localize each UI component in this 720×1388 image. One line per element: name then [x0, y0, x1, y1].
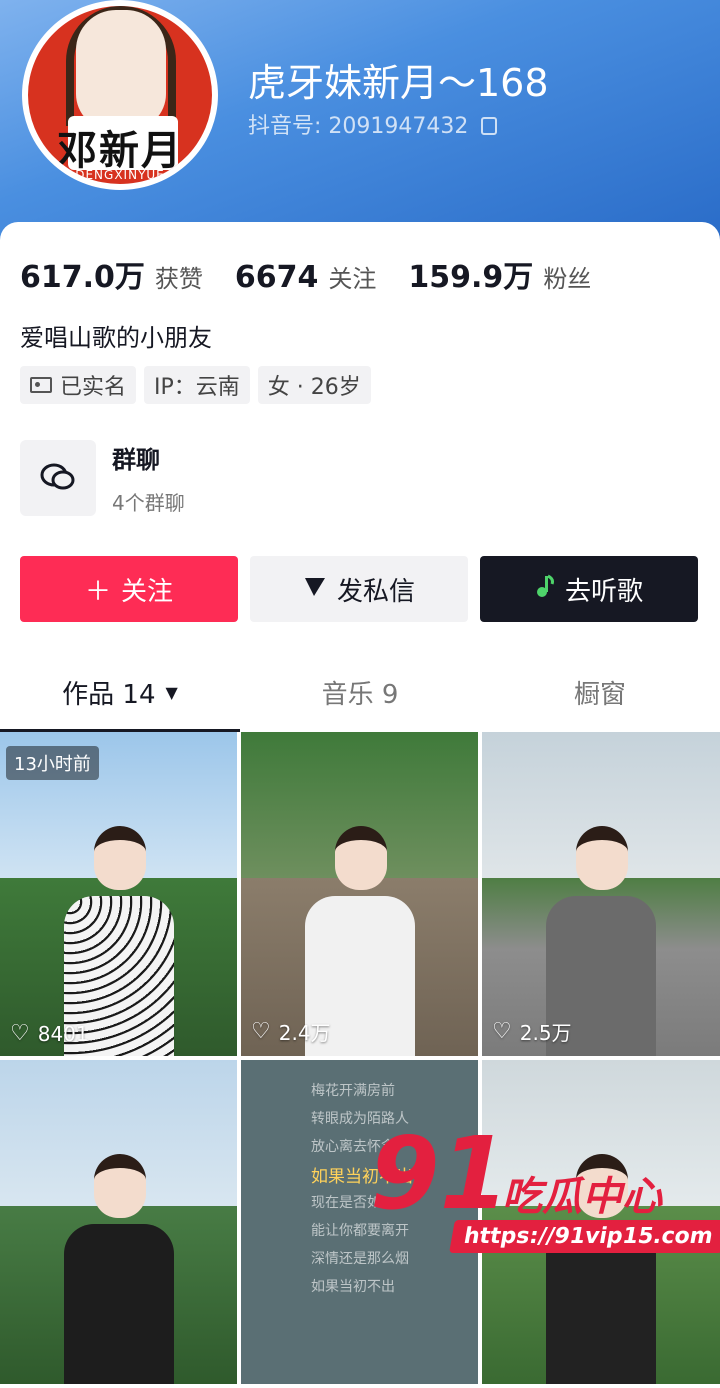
watermark-name: 吃瓜中心 — [502, 1174, 662, 1220]
tab-label: 音乐 9 — [321, 679, 399, 710]
like-count: ♡ 8401 — [10, 1021, 89, 1046]
nickname: 虎牙妹新月～168 — [248, 61, 549, 105]
stat-value: 159.9万 — [408, 260, 534, 295]
video-thumbnail[interactable]: 13小时前 ♡ 8401 — [0, 732, 237, 1056]
like-value: 8401 — [37, 1021, 89, 1046]
stat-label: 关注 — [328, 265, 377, 293]
message-button[interactable]: 发私信 — [250, 556, 468, 622]
tag-ip: IP：云南 — [144, 366, 250, 404]
stat-followers[interactable]: 159.9万 粉丝 — [408, 252, 591, 296]
stat-label: 获赞 — [154, 265, 203, 293]
follow-button[interactable]: ＋ 关注 — [20, 556, 238, 622]
video-thumbnail[interactable]: ♡ 2.5万 — [482, 732, 720, 1056]
id-card-icon — [30, 377, 52, 393]
listen-music-button[interactable]: 去听歌 — [480, 556, 698, 622]
caret-down-icon: ▼ — [165, 682, 178, 702]
avatar-subtitle: DENGXINYUE — [75, 168, 165, 182]
tab-music[interactable]: 音乐 9 — [240, 652, 480, 732]
like-value: 2.5万 — [519, 1021, 572, 1045]
tag-label: 女 · 26岁 — [267, 375, 361, 400]
tag-gender-age: 女 · 26岁 — [257, 366, 371, 404]
heart-icon: ♡ — [10, 1021, 30, 1046]
bio: 爱唱山歌的小朋友 — [20, 324, 212, 352]
tab-works[interactable]: 作品 14 ▼ — [0, 652, 240, 732]
stat-value: 6674 — [234, 260, 319, 295]
watermark-brand: 91 — [370, 1115, 510, 1232]
tag-label: 已实名 — [60, 375, 127, 400]
like-value: 2.4万 — [278, 1021, 331, 1045]
tag-label: IP：云南 — [154, 375, 240, 400]
like-count: ♡ 2.4万 — [251, 1017, 331, 1046]
content-tabs: 作品 14 ▼ 音乐 9 橱窗 — [0, 652, 720, 732]
tab-label: 橱窗 — [573, 679, 626, 710]
group-chat-count: 4个群聊 — [112, 491, 185, 515]
heart-icon: ♡ — [492, 1019, 512, 1044]
action-buttons: ＋ 关注 发私信 去听歌 — [20, 556, 698, 622]
stat-following[interactable]: 6674 关注 — [235, 259, 377, 295]
heart-icon: ♡ — [251, 1019, 271, 1044]
music-label: 去听歌 — [564, 576, 643, 607]
profile-card: 617.0万 获赞 6674 关注 159.9万 粉丝 爱唱山歌的小朋友 已实名… — [0, 222, 720, 1384]
message-label: 发私信 — [336, 576, 415, 607]
follow-label: 关注 — [121, 576, 174, 607]
avatar[interactable]: 邓新月 DENGXINYUE — [22, 0, 218, 190]
time-badge: 13小时前 — [6, 746, 99, 780]
douyin-id-label: 抖音号: — [248, 114, 322, 139]
stat-label: 粉丝 — [543, 265, 592, 293]
like-count: ♡ 2.5万 — [492, 1017, 572, 1046]
music-note-icon — [535, 574, 555, 605]
thumb-person — [63, 1154, 174, 1384]
group-chat-icon — [20, 440, 96, 516]
douyin-id[interactable]: 抖音号: 2091947432 — [248, 108, 498, 140]
watermark-url: https://91vip15.com — [449, 1220, 720, 1253]
lyric-line: 梅花开满房前 — [311, 1083, 395, 1099]
tab-showcase[interactable]: 橱窗 — [480, 652, 720, 732]
stat-value: 617.0万 — [20, 260, 145, 295]
profile-header: 邓新月 DENGXINYUE 虎牙妹新月～168 抖音号: 2091947432 — [0, 0, 720, 240]
douyin-id-value: 2091947432 — [328, 114, 469, 139]
plus-icon: ＋ — [84, 576, 111, 607]
group-chat-entry[interactable]: 群聊 4个群聊 — [20, 440, 185, 516]
stat-likes[interactable]: 617.0万 获赞 — [20, 252, 203, 296]
tags-row: 已实名 IP：云南 女 · 26岁 — [20, 366, 379, 404]
stats-row: 617.0万 获赞 6674 关注 159.9万 粉丝 — [20, 252, 623, 296]
tag-verified: 已实名 — [20, 366, 137, 404]
avatar-face — [76, 10, 166, 130]
video-thumbnail[interactable]: ♡ 2.4万 — [241, 732, 478, 1056]
group-chat-title: 群聊 — [112, 446, 160, 474]
video-grid: 13小时前 ♡ 8401 ♡ 2.4万 ♡ 2.5万 梅花开满房前 转眼成为陌路… — [0, 732, 720, 1388]
video-thumbnail[interactable] — [0, 1060, 237, 1384]
tab-label: 作品 14 — [62, 679, 156, 710]
send-icon — [303, 574, 327, 605]
watermark: 91 吃瓜中心 https://91vip15.com — [370, 1115, 720, 1264]
copy-icon[interactable] — [481, 117, 498, 135]
lyric-line: 如果当初不出 — [311, 1279, 395, 1295]
